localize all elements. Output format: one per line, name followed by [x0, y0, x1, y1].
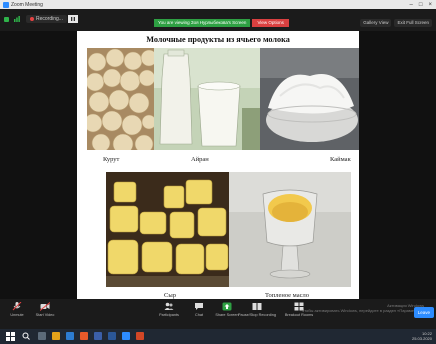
start-video-button[interactable]: Start Video — [32, 302, 58, 317]
presentation-slide: Молочные продукты из ячьего молока Курут — [77, 31, 359, 299]
search-icon[interactable] — [22, 332, 30, 340]
chat-button[interactable]: Chat — [186, 302, 212, 317]
kaimak-photo — [260, 48, 359, 150]
pause-recording-mini[interactable] — [68, 14, 78, 24]
screen-share-banner: You are viewing Зоя Нурлыбекова's Screen… — [154, 19, 289, 27]
maslo-photo — [229, 172, 351, 287]
record-dot-icon — [30, 17, 34, 21]
file-explorer-icon[interactable] — [52, 332, 60, 340]
view-buttons: Gallery View Exit Full Screen — [360, 19, 432, 27]
pause-recording-button[interactable]: Pause/Stop Recording — [238, 302, 276, 317]
caption-syr: Сыр — [164, 292, 176, 299]
window-title-bar: Zoom Meeting – □ × — [0, 0, 436, 9]
unmute-button[interactable]: Unmute — [4, 302, 30, 317]
window-controls: – □ × — [410, 2, 436, 8]
chat-icon — [195, 303, 203, 310]
firefox-icon[interactable] — [80, 332, 88, 340]
airan-photo — [154, 48, 260, 150]
system-tray[interactable]: 10:22 25.03.2020 — [412, 331, 432, 341]
caption-maslo: Топленое масло — [265, 292, 309, 299]
maximize-icon[interactable]: □ — [419, 2, 423, 8]
kurut-image — [87, 48, 154, 150]
participants-icon — [164, 302, 174, 310]
video-off-icon — [40, 302, 50, 311]
view-options-button[interactable]: View Options — [252, 19, 289, 27]
share-screen-icon — [222, 302, 232, 311]
syr-image — [106, 172, 229, 287]
kurut-photo — [87, 48, 154, 150]
close-icon[interactable]: × — [428, 2, 432, 8]
windows-start-icon[interactable] — [6, 332, 15, 341]
store-icon[interactable] — [94, 332, 102, 340]
zoom-app-icon — [3, 1, 9, 8]
pause-icon — [68, 15, 78, 23]
share-notice: You are viewing Зоя Нурлыбекова's Screen — [154, 19, 251, 27]
slide-title: Молочные продукты из ячьего молока — [146, 35, 290, 44]
airan-image — [154, 48, 260, 150]
task-view-icon[interactable] — [38, 332, 46, 340]
minimize-icon[interactable]: – — [410, 2, 413, 8]
exit-fullscreen-button[interactable]: Exit Full Screen — [394, 19, 432, 27]
shield-icon — [4, 16, 9, 22]
microphone-muted-icon — [12, 302, 22, 311]
shared-screen-area: Молочные продукты из ячьего молока Курут — [0, 31, 436, 299]
maslo-image — [229, 172, 351, 287]
word-icon[interactable] — [108, 332, 116, 340]
share-screen-button[interactable]: Share Screen — [214, 302, 240, 317]
windows-activation-watermark: Активация Windows Чтобы активировать Win… — [301, 303, 424, 313]
caption-kurut: Курут — [103, 156, 120, 163]
meeting-top-bar: Recording... You are viewing Зоя Нурлыбе… — [0, 9, 436, 31]
security-indicator[interactable] — [4, 14, 9, 24]
syr-photo — [106, 172, 229, 287]
signal-icon — [14, 16, 20, 22]
leave-meeting-button[interactable]: Leave — [413, 307, 434, 318]
recording-control-icon — [252, 303, 262, 310]
connection-indicator[interactable] — [14, 14, 20, 24]
edge-icon[interactable] — [66, 332, 74, 340]
zoom-taskbar-icon[interactable] — [122, 332, 130, 340]
windows-taskbar: 10:22 25.03.2020 — [0, 329, 436, 344]
window-title: Zoom Meeting — [11, 1, 43, 8]
gallery-view-button[interactable]: Gallery View — [360, 19, 392, 27]
caption-kaimak: Каймак — [330, 156, 351, 163]
kaimak-image — [260, 48, 359, 150]
participants-button[interactable]: Participants — [156, 302, 182, 317]
powerpoint-icon[interactable] — [136, 332, 144, 340]
recording-indicator[interactable]: Recording... — [26, 15, 67, 23]
meeting-controls: Unmute Start Video Participants Chat Sha… — [0, 299, 436, 329]
caption-airan: Айран — [191, 156, 209, 163]
